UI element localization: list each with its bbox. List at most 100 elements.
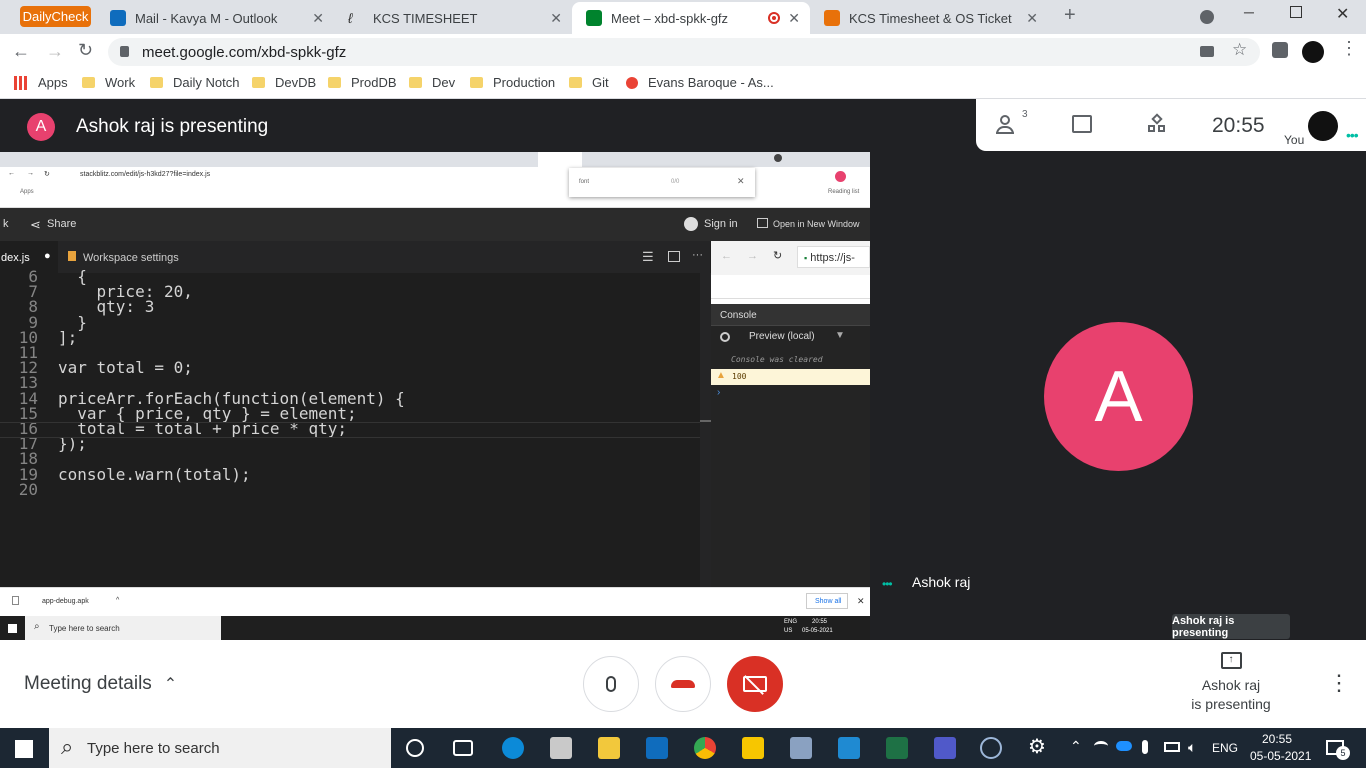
stackblitz-header: k ⋖ Share Sign in Open in New Window xyxy=(0,208,870,241)
file-explorer-icon[interactable] xyxy=(598,737,620,759)
cortana-icon[interactable] xyxy=(406,739,424,757)
clock-date[interactable]: 05-05-2021 xyxy=(1250,749,1311,763)
bookmark-evans[interactable]: Evans Baroque - As... xyxy=(626,75,774,90)
self-avatar[interactable] xyxy=(1308,111,1338,141)
tab-outlook[interactable]: Mail - Kavya M - Outlook ✕ xyxy=(96,2,334,34)
bookmark-production[interactable]: Production xyxy=(470,75,555,90)
shared-apps-label: Apps xyxy=(20,189,34,195)
tab-kcs-os-ticket[interactable]: KCS Timesheet & OS Ticket ✕ xyxy=(810,2,1048,34)
notifications-icon[interactable]: 5 xyxy=(1326,740,1350,760)
chrome-icon[interactable] xyxy=(694,737,716,759)
workspace-tab-label: Workspace settings xyxy=(83,252,179,264)
sign-in-label: Sign in xyxy=(704,218,738,230)
remote-desktop-icon[interactable] xyxy=(790,737,812,759)
close-window-button[interactable]: ✕ xyxy=(1336,4,1349,24)
volume-icon[interactable]: 🔈︎ xyxy=(1188,739,1196,756)
meet-header: A Ashok raj is presenting 3 20:55 You ••… xyxy=(0,99,1366,153)
participant-avatar: A xyxy=(1044,322,1193,471)
edge-icon[interactable] xyxy=(502,737,524,759)
evans-icon xyxy=(626,76,638,89)
vscode-icon[interactable] xyxy=(838,737,860,759)
code-editor: 6 {7 price: 20, 8 qty: 39 } 10]; 11 12 var to… xyxy=(0,268,711,587)
shared-time: 20:55 xyxy=(812,619,828,625)
mic-tray-icon[interactable] xyxy=(1142,740,1148,754)
preview-url: ▪ https://js- xyxy=(797,246,870,268)
dailycheck-extension-button[interactable]: DailyCheck xyxy=(20,6,91,27)
language-indicator[interactable]: ENG xyxy=(1212,741,1238,755)
preview-forward-icon: → xyxy=(747,250,758,262)
task-view-icon[interactable] xyxy=(453,740,473,756)
microphone-button[interactable] xyxy=(583,656,639,712)
console-tab: Console xyxy=(711,304,870,326)
chat-icon[interactable] xyxy=(1072,115,1092,133)
bookmark-work[interactable]: Work xyxy=(82,75,135,90)
leave-call-button[interactable] xyxy=(655,656,711,712)
excel-icon[interactable] xyxy=(886,737,908,759)
bookmark-daily-notch[interactable]: Daily Notch xyxy=(150,75,239,90)
close-icon[interactable]: ✕ xyxy=(312,10,324,27)
profile-avatar[interactable] xyxy=(1302,41,1324,63)
presenting-tooltip: Ashok raj is presenting xyxy=(1172,614,1290,639)
camera-icon[interactable] xyxy=(1200,46,1214,57)
menu-icon[interactable]: ⋮ xyxy=(1340,38,1358,59)
folder-icon xyxy=(409,77,422,88)
bookmark-label: Dev xyxy=(432,75,456,90)
battery-icon[interactable] xyxy=(1164,742,1180,752)
close-icon[interactable]: ✕ xyxy=(1026,10,1038,27)
forward-icon[interactable]: → xyxy=(46,41,64,62)
bookmark-git[interactable]: Git xyxy=(569,75,609,90)
bookmark-apps[interactable]: Apps xyxy=(14,75,68,90)
camera-toggle-button[interactable] xyxy=(727,656,783,712)
bookmark-dev[interactable]: Dev xyxy=(409,75,455,90)
close-icon[interactable]: ✕ xyxy=(788,10,800,27)
people-icon[interactable]: 3 xyxy=(996,109,1028,135)
reload-icon[interactable]: ↻ xyxy=(78,40,93,61)
presenting-status-button[interactable]: ↑ Ashok raj is presenting xyxy=(1180,652,1282,712)
close-icon[interactable]: ✕ xyxy=(550,10,562,27)
meeting-details-button[interactable]: Meeting details ⌃ xyxy=(24,673,177,695)
find-bar: font 0/0 ✕ xyxy=(569,168,755,197)
minimize-button[interactable]: ─ xyxy=(1244,4,1254,20)
activities-icon[interactable] xyxy=(1148,113,1166,133)
browser-tab-bar: DailyCheck Mail - Kavya M - Outlook ✕ ℓ … xyxy=(0,0,1366,34)
shared-active-tab xyxy=(538,152,582,167)
more-options-icon[interactable]: ⋮ xyxy=(1328,670,1350,696)
bookmark-devdb[interactable]: DevDB xyxy=(252,75,316,90)
settings-gear-icon[interactable]: ⚙ xyxy=(1028,734,1050,758)
clock-time[interactable]: 20:55 xyxy=(1262,732,1292,746)
camera-off-icon xyxy=(743,675,767,695)
tab-search-icon[interactable] xyxy=(1200,10,1214,24)
new-tab-button[interactable]: + xyxy=(1064,4,1076,27)
code-line: console.warn(total); xyxy=(58,464,251,484)
tab-label: KCS TIMESHEET xyxy=(373,10,478,26)
file-icon xyxy=(12,596,19,605)
browser-toolbar: ← → ↻ meet.google.com/xbd-spkk-gfz ☆ ⋮ xyxy=(0,34,1366,69)
store-icon[interactable] xyxy=(550,737,572,759)
onedrive-icon[interactable] xyxy=(1116,741,1132,751)
shared-tab-search-icon xyxy=(774,154,782,162)
shared-bookmarks-bar: Apps Reading list font 0/0 ✕ xyxy=(0,168,870,208)
mail-icon[interactable] xyxy=(646,737,668,759)
bookmarks-bar: Apps Work Daily Notch DevDB ProdDB Dev P… xyxy=(0,69,1366,99)
wifi-icon[interactable] xyxy=(1094,741,1108,751)
more-dots-icon[interactable]: ••• xyxy=(1346,127,1359,143)
teams-icon[interactable] xyxy=(934,737,956,759)
taskbar-search[interactable]: ⌕ Type here to search xyxy=(49,728,391,768)
star-icon[interactable]: ☆ xyxy=(1232,40,1247,60)
recording-icon xyxy=(768,12,780,24)
tab-meet[interactable]: Meet – xbd-spkk-gfz ✕ xyxy=(572,2,810,34)
you-label: You xyxy=(1284,133,1305,147)
restore-button[interactable] xyxy=(1290,6,1302,18)
bookmark-proddb[interactable]: ProdDB xyxy=(328,75,397,90)
back-icon[interactable]: ← xyxy=(12,41,30,62)
presenting-line-2: is presenting xyxy=(1191,696,1271,712)
address-bar[interactable]: meet.google.com/xbd-spkk-gfz ☆ xyxy=(108,38,1260,66)
windows-start-icon[interactable] xyxy=(15,740,33,758)
extensions-icon[interactable] xyxy=(1272,42,1288,58)
app-icon[interactable] xyxy=(980,737,1002,759)
sticky-notes-icon[interactable] xyxy=(742,737,764,759)
meeting-clock: 20:55 xyxy=(1212,114,1265,137)
tab-kcs-timesheet[interactable]: ℓ KCS TIMESHEET ✕ xyxy=(334,2,572,34)
file-tab-label: dex.js xyxy=(1,252,30,264)
tray-chevron-icon[interactable]: ⌃ xyxy=(1070,738,1082,755)
